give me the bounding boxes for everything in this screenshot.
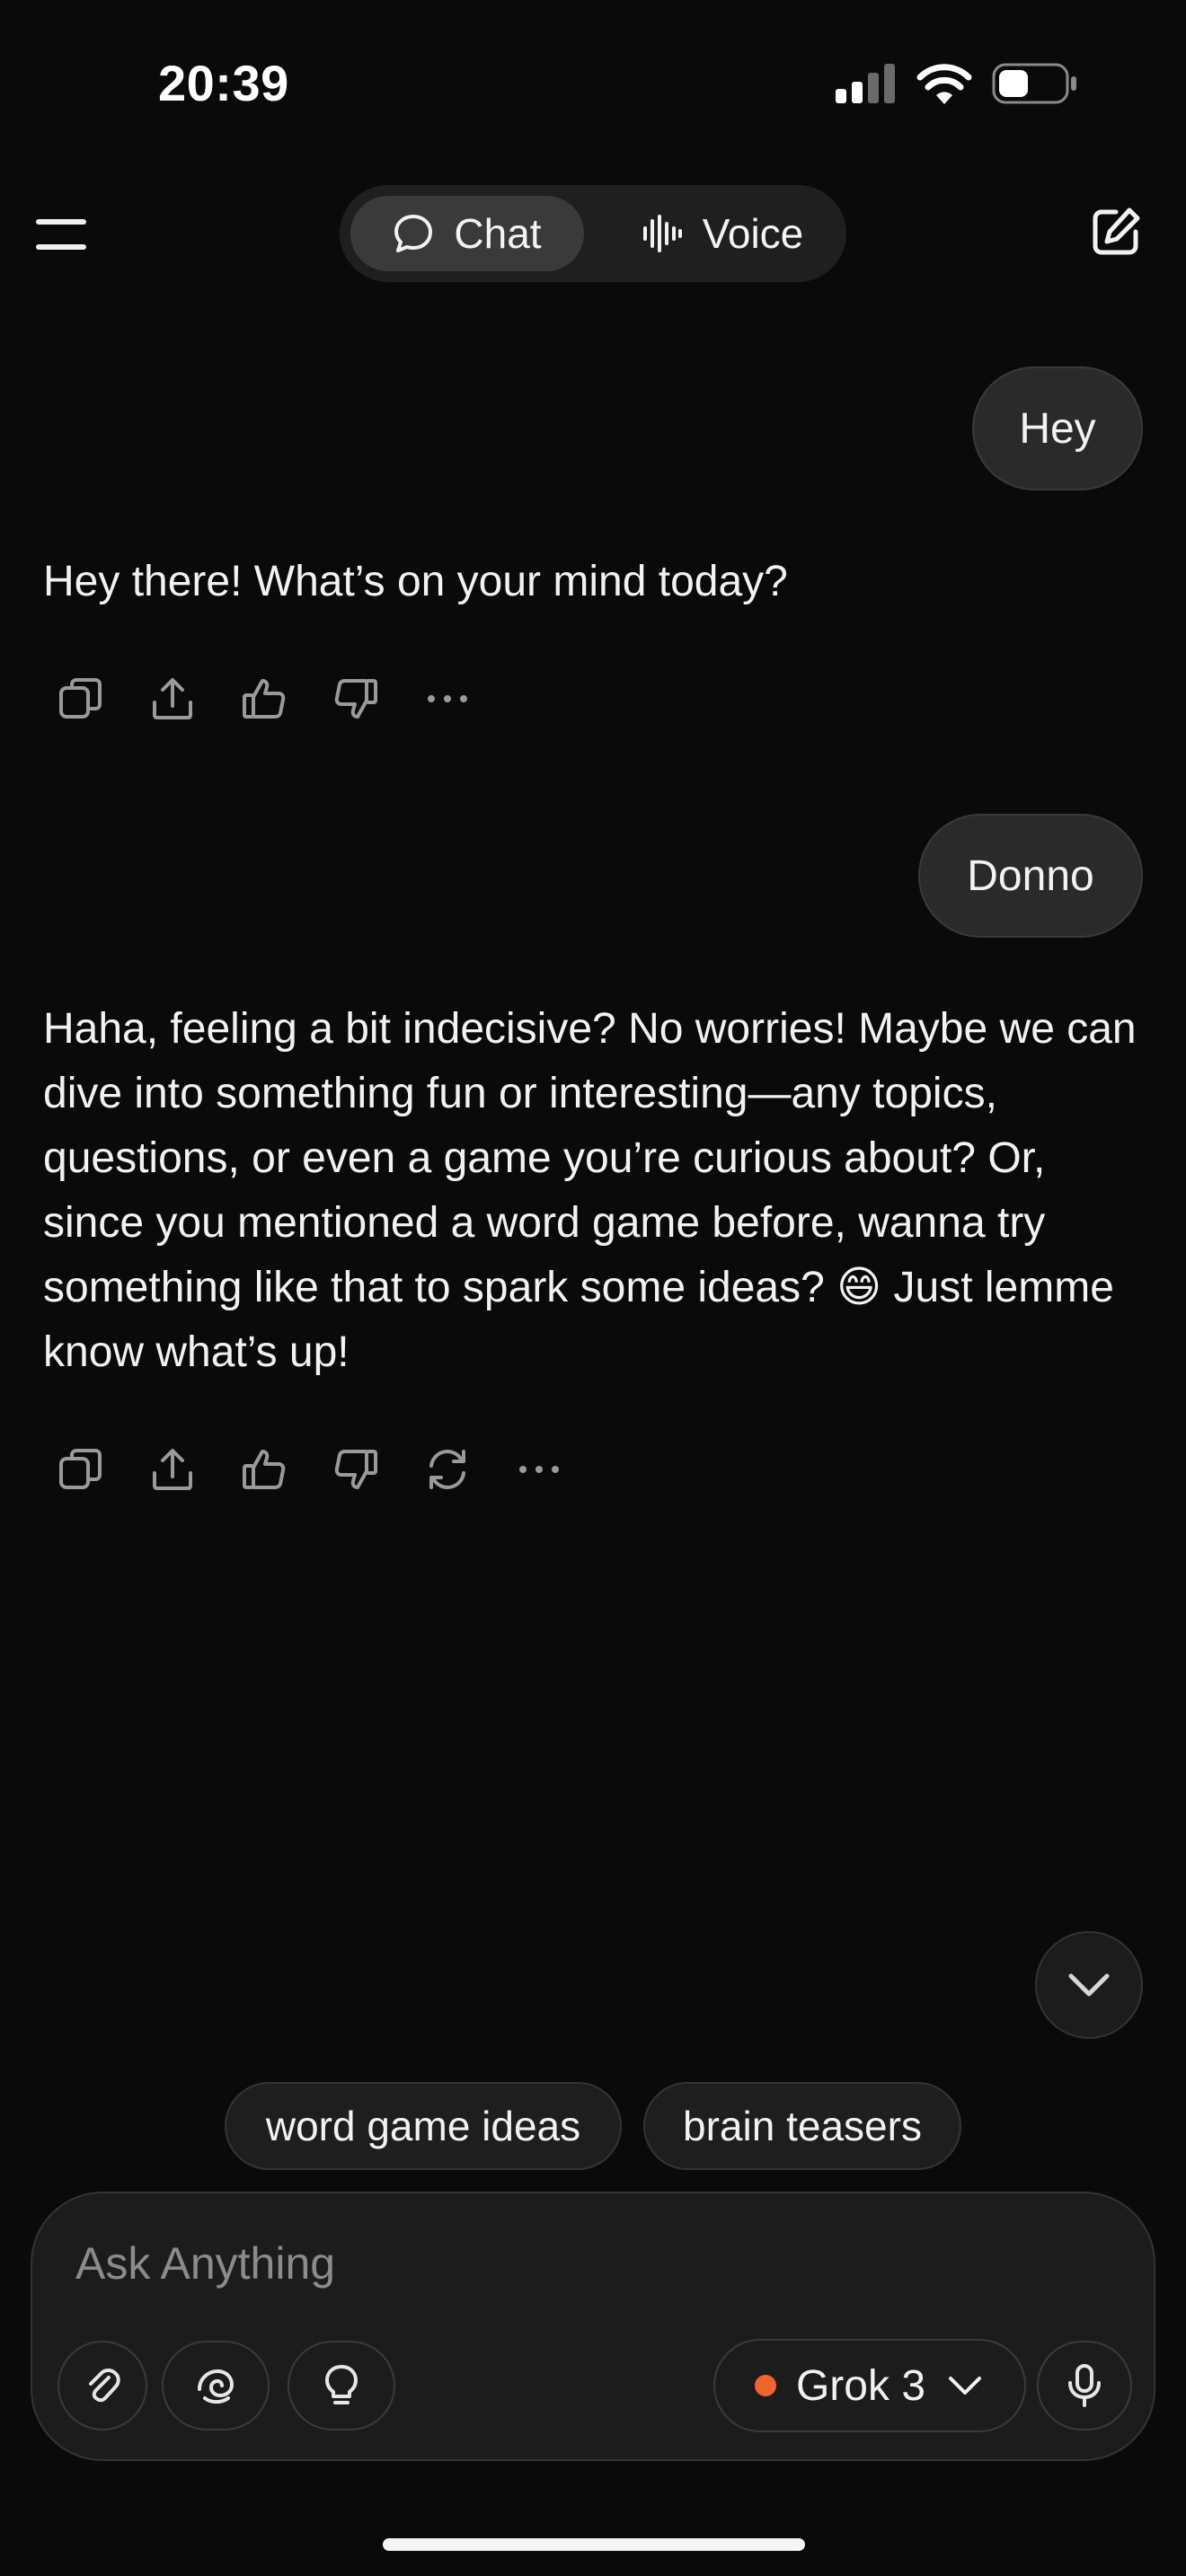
suggestion-chip[interactable]: brain teasers — [643, 2082, 961, 2170]
microphone-icon — [1068, 2364, 1101, 2407]
ask-input[interactable] — [74, 2229, 976, 2298]
suggestion-chip[interactable]: word game ideas — [225, 2082, 622, 2170]
cellular-signal-icon — [836, 64, 895, 103]
copy-icon[interactable] — [54, 1442, 108, 1496]
thumbs-up-icon[interactable] — [237, 1442, 291, 1496]
chevron-down-icon — [949, 2377, 982, 2395]
chevron-down-icon — [1068, 1973, 1110, 1997]
status-icons — [836, 63, 1078, 104]
user-message-text: Hey — [1019, 404, 1096, 453]
status-time: 20:39 — [158, 55, 289, 111]
home-indicator — [383, 2538, 805, 2551]
message-actions — [54, 1442, 566, 1496]
wifi-icon — [916, 64, 972, 104]
tab-voice[interactable]: Voice — [609, 196, 836, 271]
more-icon[interactable] — [420, 672, 474, 726]
model-selector[interactable]: Grok 3 — [713, 2339, 1026, 2432]
share-icon[interactable] — [146, 672, 199, 726]
chat-bubble-icon — [394, 215, 433, 252]
model-label: Grok 3 — [795, 2361, 926, 2410]
paperclip-icon — [89, 2369, 120, 2403]
lightbulb-icon — [325, 2365, 358, 2404]
tab-chat-label: Chat — [454, 210, 542, 257]
share-icon[interactable] — [146, 1442, 199, 1496]
more-icon[interactable] — [512, 1442, 566, 1496]
assistant-message: Haha, feeling a bit indecisive? No worri… — [43, 1005, 1137, 1376]
scroll-to-bottom-button[interactable] — [1035, 1931, 1143, 2039]
user-message-bubble: Donno — [918, 814, 1143, 938]
user-message-bubble: Hey — [972, 366, 1143, 490]
copy-icon[interactable] — [54, 672, 108, 726]
tab-chat[interactable]: Chat — [350, 196, 584, 271]
hamburger-menu-icon[interactable] — [36, 219, 86, 250]
new-chat-icon[interactable] — [1089, 205, 1143, 259]
thumbs-down-icon[interactable] — [329, 1442, 383, 1496]
tab-voice-label: Voice — [702, 210, 804, 257]
regenerate-icon[interactable] — [420, 1442, 474, 1496]
user-message-text: Donno — [967, 851, 1094, 900]
message-actions — [54, 672, 474, 726]
battery-icon — [992, 63, 1076, 104]
think-button[interactable] — [162, 2341, 270, 2430]
chat-voice-toggle: Chat Voice — [340, 185, 846, 282]
voice-input-button[interactable] — [1037, 2341, 1132, 2430]
think-swirl-icon — [198, 2369, 235, 2404]
assistant-message: Hey there! What’s on your mind today? — [43, 558, 788, 605]
thumbs-down-icon[interactable] — [329, 672, 383, 726]
waveform-icon — [642, 215, 682, 252]
composer: Grok 3 — [31, 2192, 1155, 2461]
model-status-dot — [754, 2375, 776, 2396]
thumbs-up-icon[interactable] — [237, 672, 291, 726]
deep-search-button[interactable] — [288, 2341, 395, 2430]
attach-button[interactable] — [58, 2341, 147, 2430]
